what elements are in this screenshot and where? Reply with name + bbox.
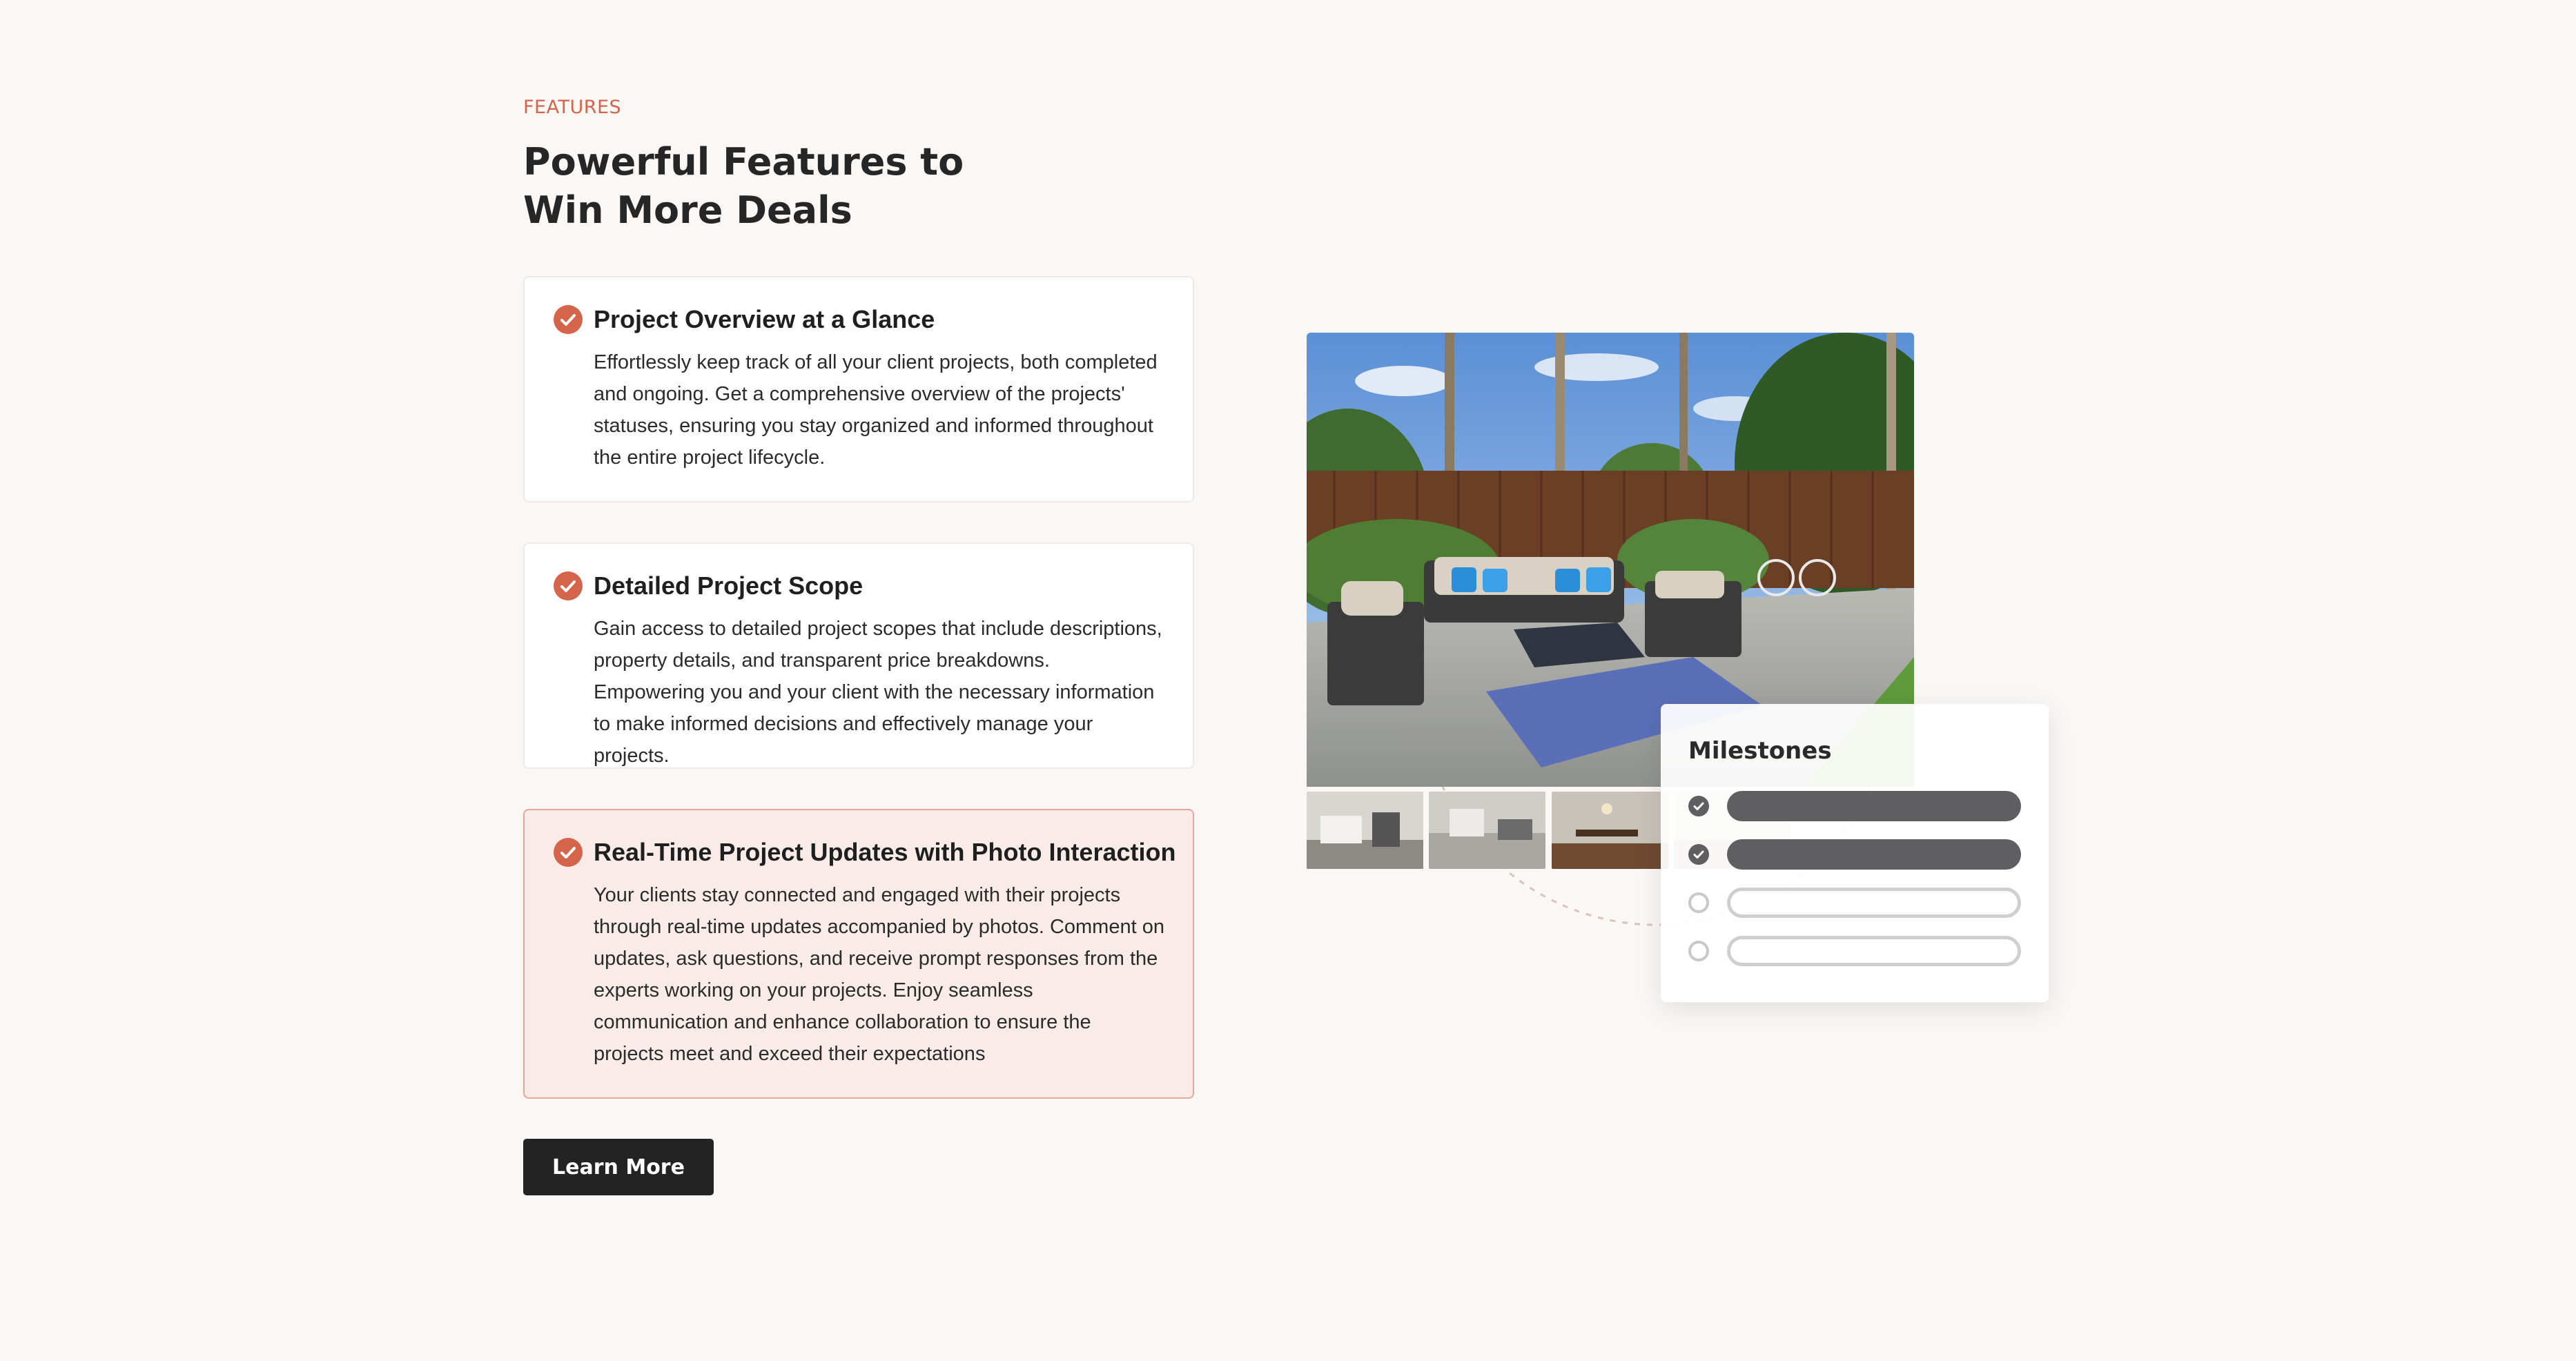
feature-title: Project Overview at a Glance [594,305,935,333]
learn-more-button[interactable]: Learn More [523,1139,714,1195]
section-title: Powerful Features to Win More Deals [523,140,964,232]
circle-icon [1688,941,1709,961]
feature-description: Effortlessly keep track of all your clie… [594,351,1158,469]
check-icon [1688,796,1709,816]
check-circle-icon [554,305,583,334]
milestones-title: Milestones [1688,737,1832,765]
thumbnail-dining-room[interactable] [1552,792,1668,869]
check-circle-icon [554,571,583,600]
feature-description: Your clients stay connected and engaged … [594,884,1164,1065]
thumbnail-kitchen[interactable] [1307,792,1423,869]
milestone-row [1688,839,2027,870]
milestone-bar [1727,839,2021,870]
milestone-bar [1727,888,2021,918]
feature-card-real-time-updates[interactable]: Real-Time Project Updates with Photo Int… [523,809,1194,1099]
feature-title: Real-Time Project Updates with Photo Int… [594,838,1176,866]
milestone-row [1688,888,2027,918]
feature-card-project-overview[interactable]: Project Overview at a Glance Effortlessl… [523,276,1194,502]
milestone-bar [1727,936,2021,966]
thumbnail-kitchen-counter[interactable] [1429,792,1545,869]
circle-icon [1688,892,1709,913]
feature-card-project-scope[interactable]: Detailed Project Scope Gain access to de… [523,542,1194,769]
check-circle-icon [554,838,583,867]
feature-description: Gain access to detailed project scopes t… [594,618,1162,767]
milestone-row [1688,936,2027,966]
milestone-bar [1727,791,2021,821]
milestone-row [1688,791,2027,821]
milestones-card: Milestones [1661,704,2049,1002]
features-eyebrow: FEATURES [523,97,622,118]
feature-title: Detailed Project Scope [594,571,863,600]
check-icon [1688,844,1709,865]
